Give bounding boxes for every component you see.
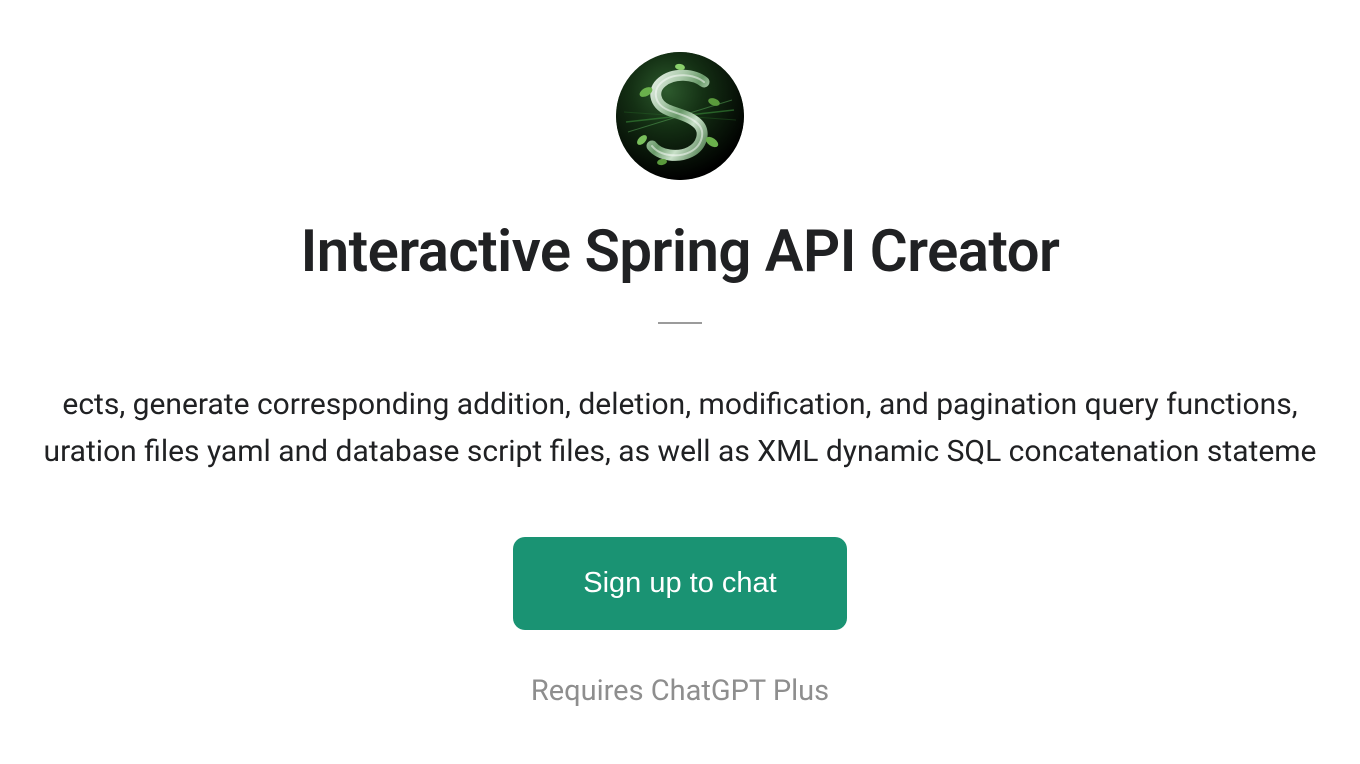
app-description: ects, generate corresponding addition, d… bbox=[0, 382, 1360, 475]
page-title: Interactive Spring API Creator bbox=[301, 218, 1060, 286]
app-avatar bbox=[616, 52, 744, 180]
title-divider bbox=[658, 322, 702, 324]
spring-s-icon bbox=[616, 52, 744, 180]
requires-label: Requires ChatGPT Plus bbox=[531, 674, 829, 708]
description-line-1: ects, generate corresponding addition, d… bbox=[0, 382, 1360, 429]
description-line-2: uration files yaml and database script f… bbox=[0, 429, 1360, 476]
signup-button[interactable]: Sign up to chat bbox=[513, 537, 846, 630]
